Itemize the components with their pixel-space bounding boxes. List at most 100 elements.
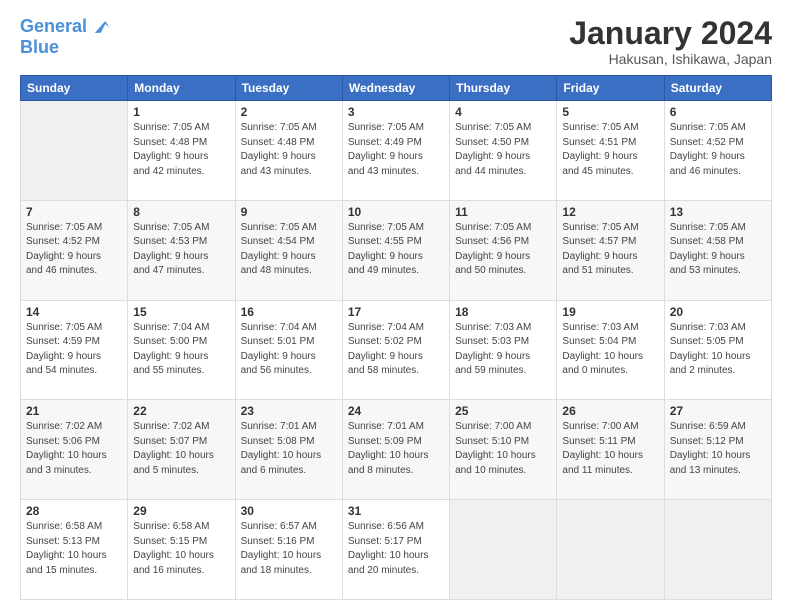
- col-tuesday: Tuesday: [235, 76, 342, 101]
- calendar-cell: 7 Sunrise: 7:05 AM Sunset: 4:52 PM Daylig…: [21, 200, 128, 300]
- day-info: Sunrise: 7:05 AM Sunset: 4:53 PM Dayligh…: [133, 221, 229, 279]
- day-number: 16: [241, 305, 337, 319]
- calendar-cell: 18 Sunrise: 7:03 AM Sunset: 5:03 PM Dayli…: [450, 300, 557, 400]
- day-info: Sunrise: 6:59 AM Sunset: 5:12 PM Dayligh…: [670, 420, 766, 478]
- day-number: 24: [348, 404, 444, 418]
- logo-text-blue: Blue: [20, 38, 111, 58]
- day-info: Sunrise: 7:05 AM Sunset: 4:55 PM Dayligh…: [348, 221, 444, 279]
- day-info: Sunrise: 7:05 AM Sunset: 4:48 PM Dayligh…: [133, 121, 229, 179]
- col-saturday: Saturday: [664, 76, 771, 101]
- calendar-header-row: Sunday Monday Tuesday Wednesday Thursday…: [21, 76, 772, 101]
- calendar-cell: 24 Sunrise: 7:01 AM Sunset: 5:09 PM Dayli…: [342, 400, 449, 500]
- day-info: Sunrise: 7:03 AM Sunset: 5:04 PM Dayligh…: [562, 321, 658, 379]
- logo-text: General: [20, 17, 87, 37]
- day-info: Sunrise: 7:05 AM Sunset: 4:58 PM Dayligh…: [670, 221, 766, 279]
- calendar-cell: 25 Sunrise: 7:00 AM Sunset: 5:10 PM Dayli…: [450, 400, 557, 500]
- calendar-cell: 22Sunrise: 7:02 AM Sunset: 5:07 PM Dayli…: [128, 400, 235, 500]
- day-info: Sunrise: 7:05 AM Sunset: 4:54 PM Dayligh…: [241, 221, 337, 279]
- calendar-cell: 15Sunrise: 7:04 AM Sunset: 5:00 PM Dayli…: [128, 300, 235, 400]
- day-number: 7: [26, 205, 122, 219]
- calendar-cell: 27Sunrise: 6:59 AM Sunset: 5:12 PM Dayli…: [664, 400, 771, 500]
- calendar-cell: 16 Sunrise: 7:04 AM Sunset: 5:01 PM Dayli…: [235, 300, 342, 400]
- calendar-cell: 30 Sunrise: 6:57 AM Sunset: 5:16 PM Dayli…: [235, 500, 342, 600]
- day-info: Sunrise: 7:01 AM Sunset: 5:09 PM Dayligh…: [348, 420, 444, 478]
- day-info: Sunrise: 7:05 AM Sunset: 4:52 PM Dayligh…: [26, 221, 122, 279]
- day-number: 18: [455, 305, 551, 319]
- day-info: Sunrise: 7:01 AM Sunset: 5:08 PM Dayligh…: [241, 420, 337, 478]
- day-number: 26: [562, 404, 658, 418]
- day-number: 1: [133, 105, 229, 119]
- day-number: 8: [133, 205, 229, 219]
- day-number: 30: [241, 504, 337, 518]
- calendar-cell: 2Sunrise: 7:05 AM Sunset: 4:48 PM Daylig…: [235, 101, 342, 201]
- day-number: 25: [455, 404, 551, 418]
- day-number: 9: [241, 205, 337, 219]
- calendar-cell: 13Sunrise: 7:05 AM Sunset: 4:58 PM Dayli…: [664, 200, 771, 300]
- day-info: Sunrise: 7:04 AM Sunset: 5:02 PM Dayligh…: [348, 321, 444, 379]
- calendar-cell: 14 Sunrise: 7:05 AM Sunset: 4:59 PM Dayli…: [21, 300, 128, 400]
- logo: General Blue: [20, 16, 111, 58]
- day-info: Sunrise: 7:05 AM Sunset: 4:56 PM Dayligh…: [455, 221, 551, 279]
- day-number: 29: [133, 504, 229, 518]
- day-info: Sunrise: 7:05 AM Sunset: 4:50 PM Dayligh…: [455, 121, 551, 179]
- col-wednesday: Wednesday: [342, 76, 449, 101]
- day-number: 11: [455, 205, 551, 219]
- day-info: Sunrise: 7:05 AM Sunset: 4:49 PM Dayligh…: [348, 121, 444, 179]
- calendar-cell: 28Sunrise: 6:58 AM Sunset: 5:13 PM Dayli…: [21, 500, 128, 600]
- calendar-cell: 10 Sunrise: 7:05 AM Sunset: 4:55 PM Dayli…: [342, 200, 449, 300]
- day-info: Sunrise: 7:05 AM Sunset: 4:51 PM Dayligh…: [562, 121, 658, 179]
- calendar-table: Sunday Monday Tuesday Wednesday Thursday…: [20, 75, 772, 600]
- calendar-cell: [664, 500, 771, 600]
- calendar-cell: 6Sunrise: 7:05 AM Sunset: 4:52 PM Daylig…: [664, 101, 771, 201]
- day-info: Sunrise: 7:05 AM Sunset: 4:48 PM Dayligh…: [241, 121, 337, 179]
- calendar-week-1: 1 Sunrise: 7:05 AM Sunset: 4:48 PM Daylig…: [21, 101, 772, 201]
- day-info: Sunrise: 6:58 AM Sunset: 5:15 PM Dayligh…: [133, 520, 229, 578]
- day-number: 23: [241, 404, 337, 418]
- col-thursday: Thursday: [450, 76, 557, 101]
- day-info: Sunrise: 7:02 AM Sunset: 5:06 PM Dayligh…: [26, 420, 122, 478]
- day-number: 31: [348, 504, 444, 518]
- calendar-cell: 5 Sunrise: 7:05 AM Sunset: 4:51 PM Daylig…: [557, 101, 664, 201]
- page: General Blue January 2024 Hakusan, Ishik…: [0, 0, 792, 612]
- day-number: 6: [670, 105, 766, 119]
- calendar-cell: 1 Sunrise: 7:05 AM Sunset: 4:48 PM Daylig…: [128, 101, 235, 201]
- col-sunday: Sunday: [21, 76, 128, 101]
- day-info: Sunrise: 7:02 AM Sunset: 5:07 PM Dayligh…: [133, 420, 229, 478]
- calendar-cell: 12 Sunrise: 7:05 AM Sunset: 4:57 PM Dayli…: [557, 200, 664, 300]
- calendar-cell: 4Sunrise: 7:05 AM Sunset: 4:50 PM Daylig…: [450, 101, 557, 201]
- day-info: Sunrise: 7:05 AM Sunset: 4:57 PM Dayligh…: [562, 221, 658, 279]
- calendar-cell: 11 Sunrise: 7:05 AM Sunset: 4:56 PM Dayli…: [450, 200, 557, 300]
- calendar-week-5: 28Sunrise: 6:58 AM Sunset: 5:13 PM Dayli…: [21, 500, 772, 600]
- day-info: Sunrise: 7:00 AM Sunset: 5:10 PM Dayligh…: [455, 420, 551, 478]
- calendar-cell: 3 Sunrise: 7:05 AM Sunset: 4:49 PM Daylig…: [342, 101, 449, 201]
- day-number: 3: [348, 105, 444, 119]
- title-block: January 2024 Hakusan, Ishikawa, Japan: [569, 16, 772, 67]
- col-friday: Friday: [557, 76, 664, 101]
- day-number: 21: [26, 404, 122, 418]
- day-number: 14: [26, 305, 122, 319]
- calendar-cell: 17Sunrise: 7:04 AM Sunset: 5:02 PM Dayli…: [342, 300, 449, 400]
- calendar-subtitle: Hakusan, Ishikawa, Japan: [569, 51, 772, 67]
- day-info: Sunrise: 7:05 AM Sunset: 4:59 PM Dayligh…: [26, 321, 122, 379]
- day-number: 19: [562, 305, 658, 319]
- calendar-cell: 9 Sunrise: 7:05 AM Sunset: 4:54 PM Daylig…: [235, 200, 342, 300]
- calendar-week-2: 7 Sunrise: 7:05 AM Sunset: 4:52 PM Daylig…: [21, 200, 772, 300]
- day-number: 20: [670, 305, 766, 319]
- logo-icon: [89, 16, 111, 38]
- calendar-cell: 26 Sunrise: 7:00 AM Sunset: 5:11 PM Dayli…: [557, 400, 664, 500]
- day-info: Sunrise: 7:04 AM Sunset: 5:01 PM Dayligh…: [241, 321, 337, 379]
- day-info: Sunrise: 7:03 AM Sunset: 5:03 PM Dayligh…: [455, 321, 551, 379]
- calendar-cell: 29 Sunrise: 6:58 AM Sunset: 5:15 PM Dayli…: [128, 500, 235, 600]
- calendar-cell: 20Sunrise: 7:03 AM Sunset: 5:05 PM Dayli…: [664, 300, 771, 400]
- day-info: Sunrise: 6:58 AM Sunset: 5:13 PM Dayligh…: [26, 520, 122, 578]
- day-number: 12: [562, 205, 658, 219]
- calendar-cell: 31 Sunrise: 6:56 AM Sunset: 5:17 PM Dayli…: [342, 500, 449, 600]
- day-number: 15: [133, 305, 229, 319]
- day-info: Sunrise: 6:56 AM Sunset: 5:17 PM Dayligh…: [348, 520, 444, 578]
- calendar-cell: 8 Sunrise: 7:05 AM Sunset: 4:53 PM Daylig…: [128, 200, 235, 300]
- calendar-title: January 2024: [569, 16, 772, 51]
- day-info: Sunrise: 7:00 AM Sunset: 5:11 PM Dayligh…: [562, 420, 658, 478]
- day-info: Sunrise: 6:57 AM Sunset: 5:16 PM Dayligh…: [241, 520, 337, 578]
- day-number: 5: [562, 105, 658, 119]
- day-number: 10: [348, 205, 444, 219]
